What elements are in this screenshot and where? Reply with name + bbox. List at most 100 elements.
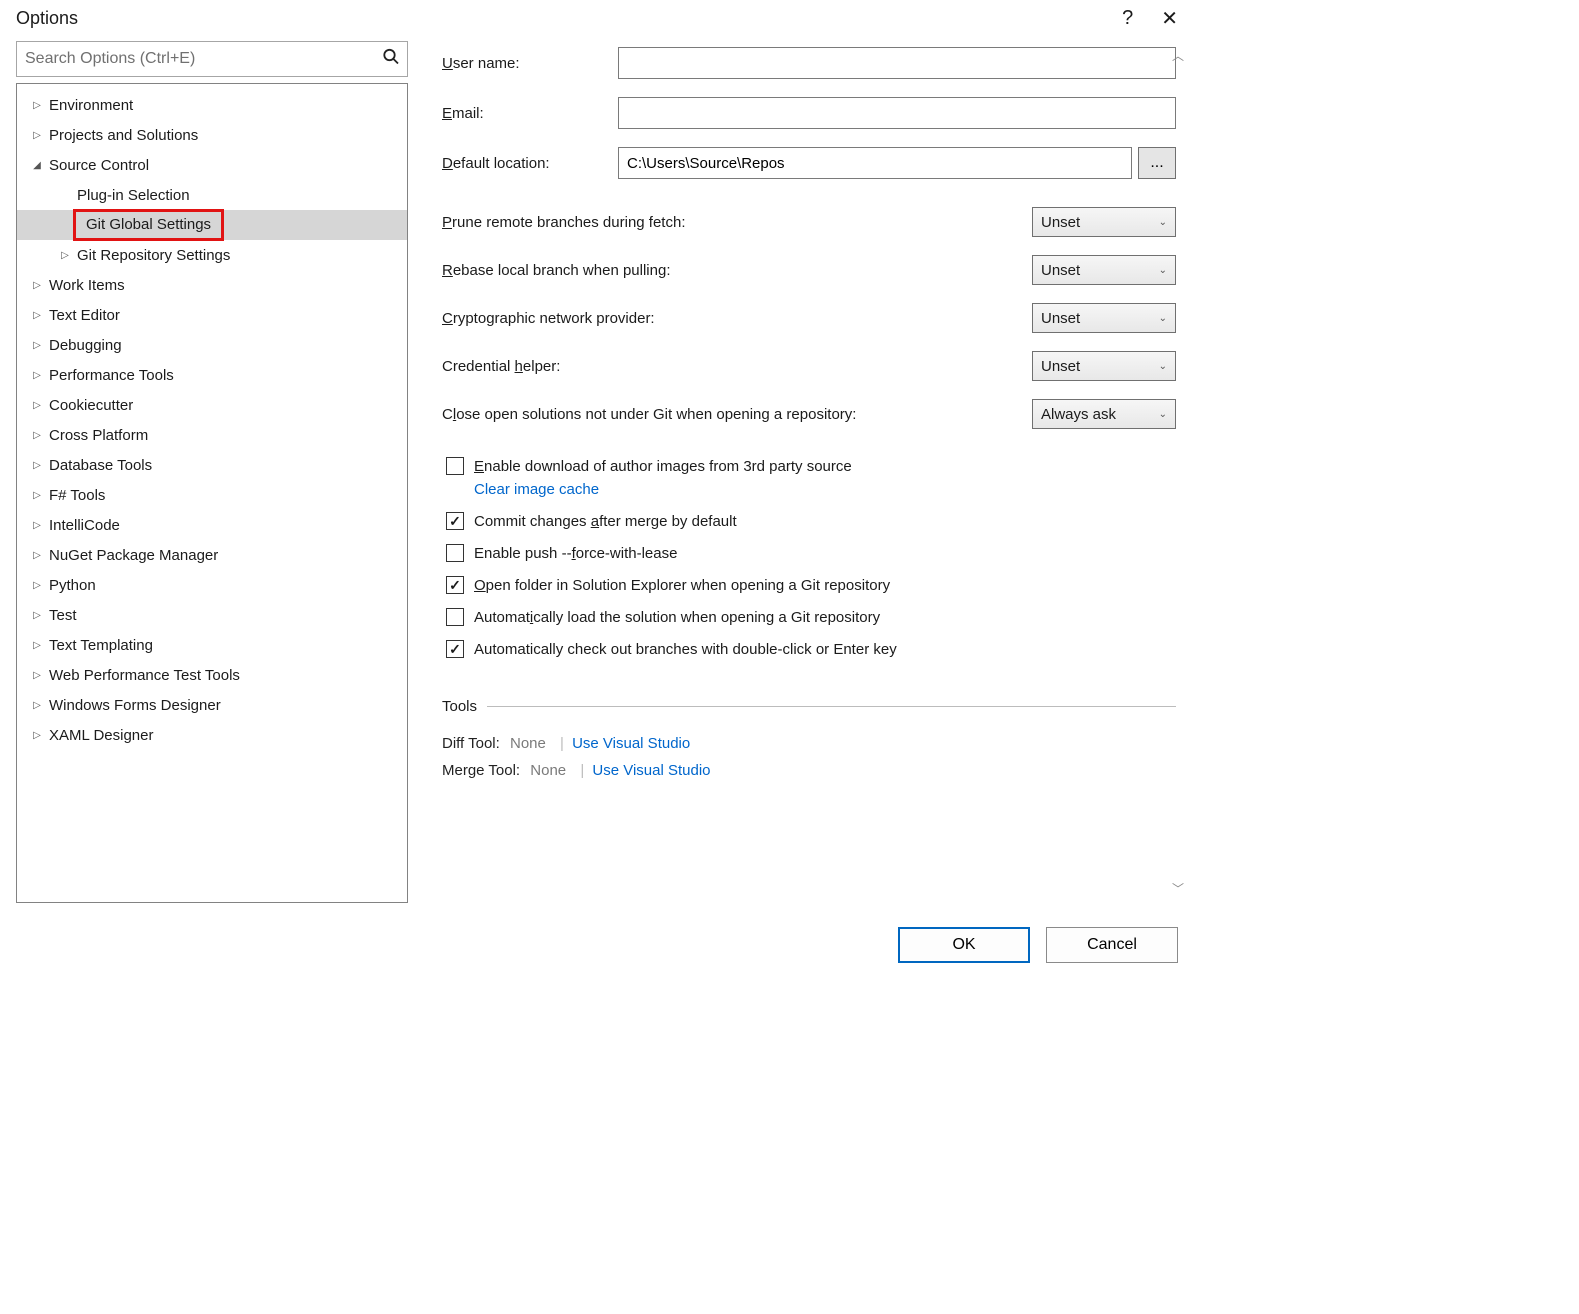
tree-item-web-performance-test-tools[interactable]: ▷ Web Performance Test Tools xyxy=(17,660,407,690)
diff-tool-row: Diff Tool: None | Use Visual Studio xyxy=(442,735,1176,752)
setting-dropdown[interactable]: Unset⌄ xyxy=(1032,255,1176,285)
tree-item-work-items[interactable]: ▷ Work Items xyxy=(17,270,407,300)
chevron-right-icon[interactable]: ▷ xyxy=(29,610,45,621)
chevron-down-icon: ⌄ xyxy=(1159,217,1167,228)
chevron-right-icon[interactable]: ▷ xyxy=(29,100,45,111)
chevron-right-icon[interactable]: ▷ xyxy=(29,640,45,651)
tree-item-label: Cross Platform xyxy=(49,427,148,444)
tree-item-label: Web Performance Test Tools xyxy=(49,667,240,684)
chevron-right-icon[interactable]: ▷ xyxy=(29,670,45,681)
options-tree[interactable]: ▷Environment▷Projects and Solutions◢Sour… xyxy=(16,83,408,903)
cancel-button[interactable]: Cancel xyxy=(1046,927,1178,963)
separator: | xyxy=(560,735,564,752)
merge-tool-row: Merge Tool: None | Use Visual Studio xyxy=(442,762,1176,779)
chevron-right-icon[interactable]: ▷ xyxy=(29,310,45,321)
open-folder-label: Open folder in Solution Explorer when op… xyxy=(474,577,890,594)
close-button[interactable]: ✕ xyxy=(1151,6,1188,31)
setting-label: Rebase local branch when pulling: xyxy=(442,262,1032,279)
tree-item-test[interactable]: ▷Test xyxy=(17,600,407,630)
email-row: Email: xyxy=(442,97,1176,129)
browse-button[interactable]: ... xyxy=(1138,147,1176,179)
diff-use-vs-link[interactable]: Use Visual Studio xyxy=(572,735,690,752)
tree-item-windows-forms-designer[interactable]: ▷ Windows Forms Designer xyxy=(17,690,407,720)
tree-item-text-editor[interactable]: ▷Text Editor xyxy=(17,300,407,330)
enable-download-check[interactable]: Enable download of author images from 3r… xyxy=(442,457,1176,475)
tree-item-environment[interactable]: ▷Environment xyxy=(17,90,407,120)
commit-after-merge-check[interactable]: Commit changes after merge by default xyxy=(442,512,1176,530)
chevron-right-icon[interactable]: ▷ xyxy=(29,130,45,141)
ok-button[interactable]: OK xyxy=(898,927,1030,963)
chevron-right-icon[interactable]: ▷ xyxy=(29,580,45,591)
auto-load-check[interactable]: Automatically load the solution when ope… xyxy=(442,608,1176,626)
left-pane: ▷Environment▷Projects and Solutions◢Sour… xyxy=(16,41,408,903)
divider xyxy=(487,706,1176,707)
username-label: User name: xyxy=(442,55,618,72)
tree-item-label: Cookiecutter xyxy=(49,397,133,414)
tree-item-database-tools[interactable]: ▷Database Tools xyxy=(17,450,407,480)
default-location-input[interactable] xyxy=(618,147,1132,179)
tree-item-performance-tools[interactable]: ▷Performance Tools xyxy=(17,360,407,390)
tree-item-git-global-settings[interactable]: ▷Git Global Settings xyxy=(17,210,407,240)
tree-item-f-tools[interactable]: ▷F# Tools xyxy=(17,480,407,510)
tree-item-projects-and-solutions[interactable]: ▷ Projects and Solutions xyxy=(17,120,407,150)
default-location-row: Default location: ... xyxy=(442,147,1176,179)
chevron-right-icon[interactable]: ▷ xyxy=(29,700,45,711)
checkbox-icon xyxy=(446,544,464,562)
tree-item-git-repository-settings[interactable]: ▷ Git Repository Settings xyxy=(17,240,407,270)
scroll-up-icon[interactable]: ︿ xyxy=(1172,47,1184,64)
setting-row-1: Rebase local branch when pulling:Unset⌄ xyxy=(442,255,1176,285)
tree-item-label: Work Items xyxy=(49,277,125,294)
setting-label: Close open solutions not under Git when … xyxy=(442,406,1032,423)
tree-item-text-templating[interactable]: ▷Text Templating xyxy=(17,630,407,660)
setting-dropdown[interactable]: Unset⌄ xyxy=(1032,303,1176,333)
force-lease-check[interactable]: Enable push --force-with-lease xyxy=(442,544,1176,562)
tree-item-cross-platform[interactable]: ▷ Cross Platform xyxy=(17,420,407,450)
tree-item-label: Projects and Solutions xyxy=(49,127,198,144)
setting-dropdown[interactable]: Unset⌄ xyxy=(1032,207,1176,237)
chevron-right-icon[interactable]: ▷ xyxy=(57,250,73,261)
tree-item-label: Git Repository Settings xyxy=(77,247,230,264)
enable-download-label: Enable download of author images from 3r… xyxy=(474,458,852,475)
clear-image-cache-link[interactable]: Clear image cache xyxy=(474,481,1176,498)
chevron-right-icon[interactable]: ▷ xyxy=(29,280,45,291)
setting-row-4: Close open solutions not under Git when … xyxy=(442,399,1176,429)
setting-dropdown[interactable]: Always ask⌄ xyxy=(1032,399,1176,429)
chevron-down-icon[interactable]: ◢ xyxy=(29,160,45,171)
chevron-right-icon[interactable]: ▷ xyxy=(29,550,45,561)
tools-section-label: Tools xyxy=(442,698,477,715)
search-input[interactable] xyxy=(16,41,408,77)
chevron-right-icon[interactable]: ▷ xyxy=(29,490,45,501)
chevron-down-icon: ⌄ xyxy=(1159,409,1167,420)
checkbox-icon xyxy=(446,608,464,626)
scroll-down-icon[interactable]: ﹀ xyxy=(1172,880,1184,897)
merge-tool-value: None xyxy=(530,762,566,779)
chevron-right-icon[interactable]: ▷ xyxy=(29,430,45,441)
dialog-title: Options xyxy=(16,8,1104,29)
chevron-right-icon[interactable]: ▷ xyxy=(29,340,45,351)
checkbox-icon xyxy=(446,512,464,530)
auto-checkout-check[interactable]: Automatically check out branches with do… xyxy=(442,640,1176,658)
checkbox-icon xyxy=(446,457,464,475)
tree-item-nuget-package-manager[interactable]: ▷NuGet Package Manager xyxy=(17,540,407,570)
tree-item-xaml-designer[interactable]: ▷XAML Designer xyxy=(17,720,407,750)
help-button[interactable]: ? xyxy=(1104,7,1151,30)
tree-item-intellicode[interactable]: ▷IntelliCode xyxy=(17,510,407,540)
tree-item-debugging[interactable]: ▷Debugging xyxy=(17,330,407,360)
tree-item-cookiecutter[interactable]: ▷ Cookiecutter xyxy=(17,390,407,420)
open-folder-check[interactable]: Open folder in Solution Explorer when op… xyxy=(442,576,1176,594)
merge-use-vs-link[interactable]: Use Visual Studio xyxy=(592,762,710,779)
tree-item-label: Windows Forms Designer xyxy=(49,697,221,714)
chevron-right-icon[interactable]: ▷ xyxy=(29,460,45,471)
username-input[interactable] xyxy=(618,47,1176,79)
chevron-right-icon[interactable]: ▷ xyxy=(29,730,45,741)
tree-item-python[interactable]: ▷Python xyxy=(17,570,407,600)
tree-item-plug-in-selection[interactable]: ▷Plug-in Selection xyxy=(17,180,407,210)
checkbox-icon xyxy=(446,640,464,658)
setting-row-2: Cryptographic network provider:Unset⌄ xyxy=(442,303,1176,333)
chevron-right-icon[interactable]: ▷ xyxy=(29,400,45,411)
email-input[interactable] xyxy=(618,97,1176,129)
tree-item-source-control[interactable]: ◢Source Control xyxy=(17,150,407,180)
chevron-right-icon[interactable]: ▷ xyxy=(29,370,45,381)
setting-dropdown[interactable]: Unset⌄ xyxy=(1032,351,1176,381)
chevron-right-icon[interactable]: ▷ xyxy=(29,520,45,531)
